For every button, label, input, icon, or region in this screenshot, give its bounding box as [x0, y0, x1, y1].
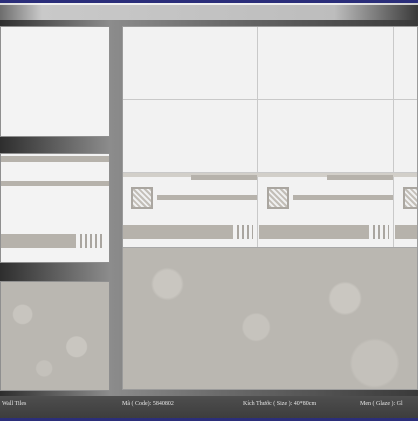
wall-installation-preview — [122, 26, 418, 390]
decor-stripe — [191, 175, 257, 180]
border-stripe-mid — [1, 181, 109, 186]
tile-joint-vertical — [257, 27, 258, 247]
tile-sample-border — [0, 153, 110, 263]
tile-sample-stone — [0, 281, 110, 391]
decor-stripe — [157, 195, 257, 200]
decor-stripe — [293, 195, 393, 200]
tile-sample-plain-white — [0, 26, 110, 137]
header-band — [0, 0, 418, 20]
caption-category: Wall Tiles — [2, 401, 27, 407]
product-sheet: Wall Tiles Mã ( Code): 5840802 Kích Thướ… — [0, 0, 418, 421]
border-tick-pattern — [80, 234, 104, 248]
stone-floor-band — [123, 247, 417, 389]
decor-stripe — [327, 175, 393, 180]
decor-motif-square — [267, 187, 289, 209]
caption-size: Kích Thước ( Size ): 40*80cm — [243, 401, 317, 407]
tile-joint-vertical — [393, 27, 394, 247]
border-stripe-top — [1, 156, 109, 162]
caption-code: Mã ( Code): 5840802 — [122, 401, 174, 407]
border-stripe-block — [1, 234, 76, 248]
product-caption-bar: Wall Tiles Mã ( Code): 5840802 Kích Thướ… — [0, 396, 418, 421]
tile-joint-horizontal — [123, 99, 417, 100]
caption-finish: Men ( Glaze ): Gl — [360, 401, 403, 407]
decor-tick-pattern — [373, 225, 389, 239]
decor-stripe-block — [259, 225, 369, 239]
decor-stripe-block — [123, 225, 233, 239]
decor-stripe-block — [395, 225, 417, 239]
decor-tick-pattern — [237, 225, 253, 239]
decor-motif-square — [403, 187, 417, 209]
decor-motif-square — [131, 187, 153, 209]
